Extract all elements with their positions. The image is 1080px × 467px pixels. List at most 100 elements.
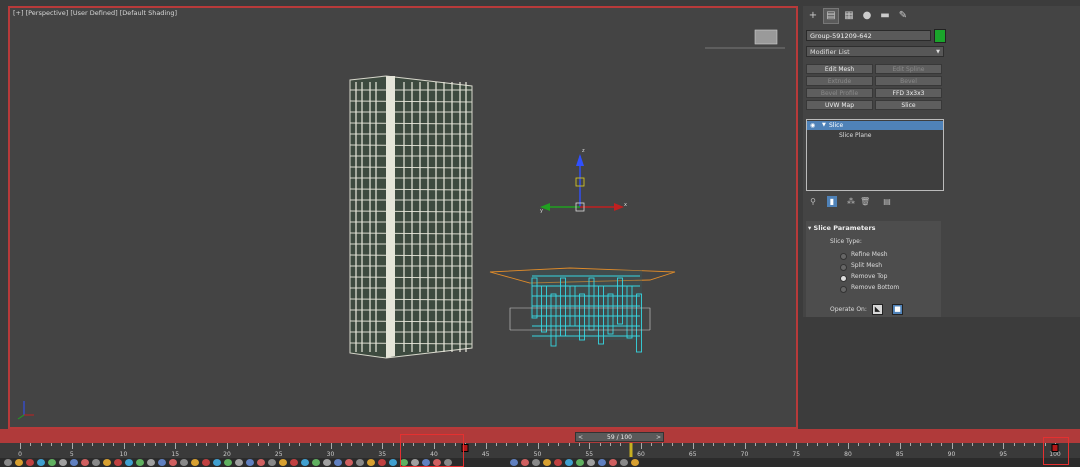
modifier-button-edit-mesh[interactable]: Edit Mesh	[806, 64, 873, 74]
toolbar-tool-icon[interactable]	[587, 459, 595, 466]
configure-sets-icon[interactable]: ▤	[882, 196, 892, 207]
modifier-button-bevel-profile[interactable]: Bevel Profile	[806, 88, 873, 98]
display-icon[interactable]: ▬	[878, 9, 892, 23]
toolbar-tool-icon[interactable]	[191, 459, 199, 466]
modifier-stack[interactable]: ◉ ▼ Slice Slice Plane	[806, 119, 944, 191]
toolbar-tool-icon[interactable]	[136, 459, 144, 466]
motion-icon[interactable]: ●	[860, 9, 874, 23]
toolbar-tool-icon[interactable]	[114, 459, 122, 466]
toolbar-tool-icon[interactable]	[202, 459, 210, 466]
toolbar-tool-icon[interactable]	[224, 459, 232, 466]
toolbar-tool-icon[interactable]	[92, 459, 100, 466]
toolbar-tool-icon[interactable]	[345, 459, 353, 466]
eye-icon[interactable]: ◉	[810, 121, 815, 130]
operate-on-faces-button[interactable]: ◣	[872, 304, 883, 315]
toolbar-tool-icon[interactable]	[158, 459, 166, 466]
toolbar-tool-icon[interactable]	[48, 459, 56, 466]
expand-triangle-icon[interactable]: ▼	[822, 121, 826, 130]
toolbar-tool-icon[interactable]	[554, 459, 562, 466]
toolbar-tool-icon[interactable]	[246, 459, 254, 466]
modifier-button-uvw-map[interactable]: UVW Map	[806, 100, 873, 110]
modifier-button-extrude[interactable]: Extrude	[806, 76, 873, 86]
toolbar-tool-icon[interactable]	[620, 459, 628, 466]
track-bar[interactable]: 0 5 10 15 20 25 30 35 40 45 50 55 60 65 70 75 80 85 90 95 10…	[0, 443, 1080, 458]
transform-gizmo[interactable]: z x y	[540, 148, 627, 214]
toolbar-tool-icon[interactable]	[70, 459, 78, 466]
toolbar-tool-icon[interactable]	[15, 459, 23, 466]
toolbar-tool-icon[interactable]	[26, 459, 34, 466]
viewcube[interactable]	[705, 29, 785, 49]
rollout-title[interactable]: ▾ Slice Parameters	[808, 224, 876, 232]
remove-modifier-icon[interactable]: 🗑	[860, 196, 870, 207]
pin-stack-icon[interactable]: ⚲	[808, 196, 818, 207]
toolbar-tool-icon[interactable]	[609, 459, 617, 466]
toolbar-tool-icon[interactable]	[103, 459, 111, 466]
make-unique-icon[interactable]: ⁂	[846, 196, 856, 207]
toolbar-tool-icon[interactable]	[323, 459, 331, 466]
operate-on-polys-button[interactable]: ■	[892, 304, 903, 315]
toolbar-tool-icon[interactable]	[301, 459, 309, 466]
stack-selected-row[interactable]	[807, 121, 943, 130]
sliced-building-model[interactable]	[489, 267, 676, 353]
toolbar-tool-icon[interactable]	[334, 459, 342, 466]
toolbar-tool-icon[interactable]	[576, 459, 584, 466]
time-slider-bar	[0, 429, 1080, 443]
toolbar-tool-icon[interactable]	[268, 459, 276, 466]
object-color-swatch[interactable]	[934, 29, 946, 43]
hierarchy-icon[interactable]: ▦	[842, 9, 856, 23]
create-icon[interactable]: +	[806, 9, 820, 23]
modify-icon[interactable]: ▤	[823, 8, 839, 24]
toolbar-tool-icon[interactable]	[367, 459, 375, 466]
track-tick	[92, 443, 94, 446]
toolbar-tool-icon[interactable]	[290, 459, 298, 466]
toolbar-tool-icon[interactable]	[312, 459, 320, 466]
toolbar-tool-icon[interactable]	[81, 459, 89, 466]
toolbar-tool-icon[interactable]	[125, 459, 133, 466]
toolbar-tool-icon[interactable]	[37, 459, 45, 466]
toolbar-tool-icon[interactable]	[389, 459, 397, 466]
stack-item-slice-plane[interactable]: Slice Plane	[839, 131, 872, 140]
toolbar-tool-icon[interactable]	[213, 459, 221, 466]
stack-item-slice[interactable]: Slice	[829, 121, 843, 130]
radio-refine-mesh[interactable]	[840, 253, 847, 260]
toolbar-tool-icon[interactable]	[598, 459, 606, 466]
toolbar-tool-icon[interactable]	[235, 459, 243, 466]
toolbar-tool-icon[interactable]	[521, 459, 529, 466]
viewport-scene[interactable]: z x y	[10, 8, 796, 427]
bottom-toolbar	[0, 458, 1080, 467]
toolbar-tool-icon[interactable]	[147, 459, 155, 466]
next-frame-arrow[interactable]: >	[656, 433, 661, 442]
toolbar-tool-icon[interactable]	[257, 459, 265, 466]
toolbar-tool-icon[interactable]	[279, 459, 287, 466]
toolbar-tool-icon[interactable]	[59, 459, 67, 466]
object-name-field[interactable]: Group-591209-642	[806, 30, 931, 41]
show-end-result-icon[interactable]: ▮	[827, 196, 837, 207]
toolbar-tool-icon[interactable]	[4, 459, 12, 466]
toolbar-tool-icon[interactable]	[565, 459, 573, 466]
radio-remove-top[interactable]	[840, 275, 847, 282]
track-tick	[827, 443, 829, 446]
modifier-button-bevel[interactable]: Bevel	[875, 76, 942, 86]
perspective-viewport[interactable]: [+] [Perspective] [User Defined] [Defaul…	[8, 6, 798, 429]
modifier-list-dropdown[interactable]: Modifier List ▼	[806, 46, 944, 57]
radio-remove-bottom[interactable]	[840, 286, 847, 293]
toolbar-tool-icon[interactable]	[631, 459, 639, 466]
toolbar-tool-icon[interactable]	[543, 459, 551, 466]
track-tick	[237, 443, 239, 446]
track-tick	[351, 443, 353, 446]
current-frame-indicator[interactable]	[629, 443, 633, 457]
toolbar-tool-icon[interactable]	[510, 459, 518, 466]
radio-split-mesh[interactable]	[840, 264, 847, 271]
modifier-button-edit-spline[interactable]: Edit Spline	[875, 64, 942, 74]
tall-building-model[interactable]	[349, 75, 473, 359]
utilities-icon[interactable]: ✎	[896, 9, 910, 23]
track-tick	[879, 443, 881, 446]
toolbar-tool-icon[interactable]	[356, 459, 364, 466]
modifier-button-slice[interactable]: Slice	[875, 100, 942, 110]
toolbar-tool-icon[interactable]	[169, 459, 177, 466]
toolbar-tool-icon[interactable]	[532, 459, 540, 466]
toolbar-tool-icon[interactable]	[180, 459, 188, 466]
time-slider[interactable]: < 59 / 100 >	[575, 432, 664, 442]
toolbar-tool-icon[interactable]	[378, 459, 386, 466]
modifier-button-ffd-3x3x3[interactable]: FFD 3x3x3	[875, 88, 942, 98]
